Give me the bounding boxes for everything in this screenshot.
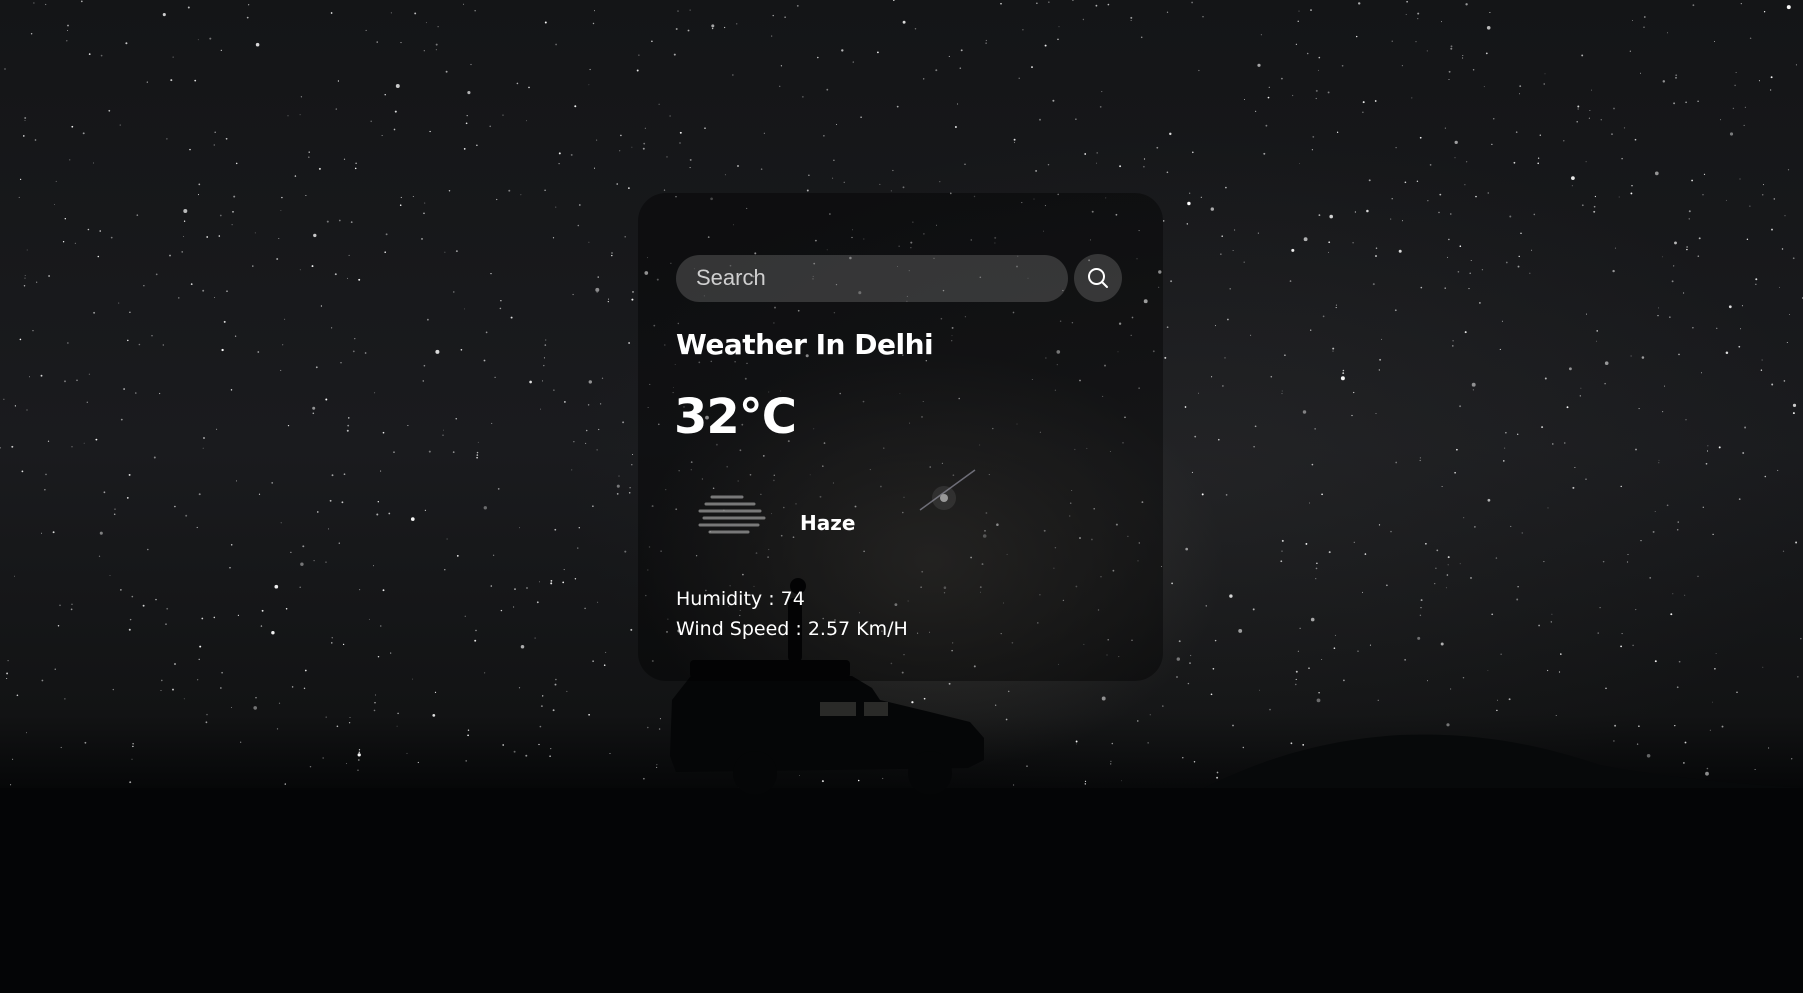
search-input[interactable] — [676, 254, 1068, 302]
haze-icon — [698, 495, 766, 534]
temperature-value: 32°C — [674, 389, 797, 445]
search-bar — [676, 254, 1122, 302]
wind-speed-value: Wind Speed : 2.57 Km/H — [676, 618, 908, 640]
search-icon — [1088, 268, 1108, 288]
weather-app-page: Weather In Delhi 32°C Haze Humidity : 74… — [0, 0, 1803, 993]
weather-condition: Haze — [800, 511, 856, 535]
city-title: Weather In Delhi — [676, 328, 934, 361]
humidity-value: Humidity : 74 — [676, 588, 805, 610]
weather-card: Weather In Delhi 32°C Haze Humidity : 74… — [638, 193, 1163, 681]
search-button[interactable] — [1074, 254, 1122, 302]
